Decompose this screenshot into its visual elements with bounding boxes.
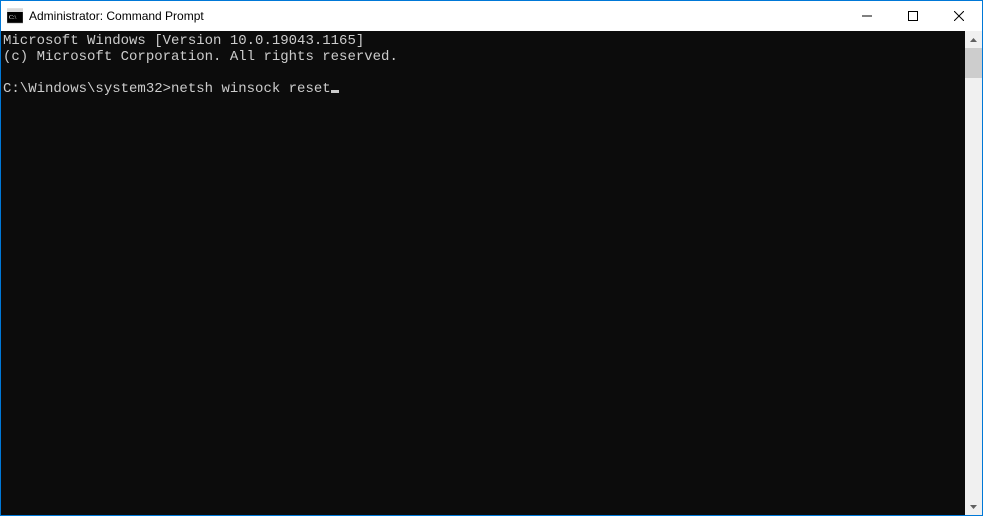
close-icon bbox=[954, 11, 964, 21]
window-controls bbox=[844, 1, 982, 31]
text-cursor bbox=[331, 90, 339, 93]
maximize-button[interactable] bbox=[890, 1, 936, 31]
window-title: Administrator: Command Prompt bbox=[29, 9, 844, 23]
vertical-scrollbar[interactable] bbox=[965, 31, 982, 515]
minimize-button[interactable] bbox=[844, 1, 890, 31]
scrollbar-track[interactable] bbox=[965, 48, 982, 498]
chevron-down-icon bbox=[970, 505, 977, 509]
console-line-copyright: (c) Microsoft Corporation. All rights re… bbox=[3, 49, 398, 65]
close-button[interactable] bbox=[936, 1, 982, 31]
console-output[interactable]: Microsoft Windows [Version 10.0.19043.11… bbox=[1, 31, 965, 515]
scrollbar-up-button[interactable] bbox=[965, 31, 982, 48]
scrollbar-thumb[interactable] bbox=[965, 48, 982, 78]
minimize-icon bbox=[862, 11, 872, 21]
chevron-up-icon bbox=[970, 38, 977, 42]
console-area: Microsoft Windows [Version 10.0.19043.11… bbox=[1, 31, 982, 515]
cmd-icon: C:\ bbox=[7, 8, 23, 24]
console-command: netsh winsock reset bbox=[171, 81, 331, 97]
scrollbar-down-button[interactable] bbox=[965, 498, 982, 515]
command-prompt-window: C:\ Administrator: Command Prompt bbox=[0, 0, 983, 516]
svg-text:C:\: C:\ bbox=[9, 15, 17, 21]
titlebar[interactable]: C:\ Administrator: Command Prompt bbox=[1, 1, 982, 31]
maximize-icon bbox=[908, 11, 918, 21]
console-prompt: C:\Windows\system32> bbox=[3, 81, 171, 97]
console-line-version: Microsoft Windows [Version 10.0.19043.11… bbox=[3, 33, 364, 49]
